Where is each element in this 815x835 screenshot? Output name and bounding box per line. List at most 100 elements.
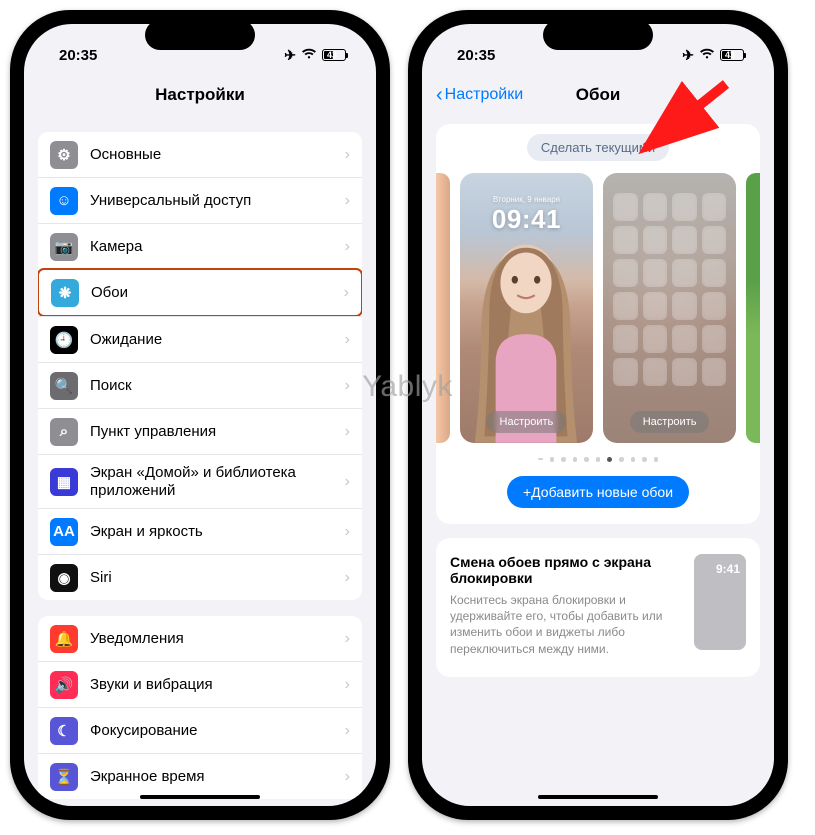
camera-icon: 📷 xyxy=(50,233,78,261)
settings-row-screen-time[interactable]: ⏳ Экранное время › xyxy=(38,753,362,799)
person-photo xyxy=(460,219,593,443)
tip-body: Коснитесь экрана блокировки и удерживайт… xyxy=(450,592,680,657)
status-time: 20:35 xyxy=(59,47,97,64)
settings-row-wallpaper[interactable]: ❋ Обои › xyxy=(38,268,362,317)
battery-icon: 43 xyxy=(322,49,346,61)
settings-row-label: Обои xyxy=(91,284,128,302)
wallpaper-peek-prev[interactable] xyxy=(436,173,450,443)
chevron-right-icon: › xyxy=(345,423,350,441)
settings-row-label: Пункт управления xyxy=(90,423,216,441)
settings-row-camera[interactable]: 📷 Камера › xyxy=(38,223,362,269)
chevron-right-icon: › xyxy=(345,630,350,648)
screen-settings: 20:35 ✈ 43 Настройки ⚙ Основные › ☺ Универса… xyxy=(24,24,376,806)
phone-left: 20:35 ✈ 43 Настройки ⚙ Основные › ☺ Универса… xyxy=(10,10,390,820)
settings-row-notifications[interactable]: 🔔 Уведомления › xyxy=(38,616,362,661)
chevron-right-icon: › xyxy=(345,146,350,164)
chevron-right-icon: › xyxy=(345,331,350,349)
back-button[interactable]: ‹ Настройки xyxy=(436,85,523,105)
settings-row-label: Siri xyxy=(90,569,112,587)
settings-row-search[interactable]: 🔍Поиск› xyxy=(38,362,362,408)
annotation-arrow xyxy=(626,78,736,163)
chevron-right-icon: › xyxy=(344,284,349,302)
settings-row-label: Универсальный доступ xyxy=(90,192,251,210)
chevron-right-icon: › xyxy=(345,473,350,491)
standby-icon: 🕘 xyxy=(50,326,78,354)
status-icons: ✈ 43 xyxy=(284,47,346,64)
add-wallpaper-button[interactable]: +Добавить новые обои xyxy=(507,476,689,508)
settings-row-label: Основные xyxy=(90,146,161,164)
navigation-bar: Настройки xyxy=(24,74,376,116)
chevron-right-icon: › xyxy=(345,722,350,740)
home-screen-preview[interactable]: Настроить xyxy=(603,173,736,443)
accessibility-icon: ☺ xyxy=(50,187,78,215)
wallpaper-peek-next[interactable] xyxy=(746,173,760,443)
settings-row-label: Экранное время xyxy=(90,768,205,786)
status-icons: ✈ 43 xyxy=(682,47,744,64)
settings-row-label: Экран «Домой» и библиотека приложений xyxy=(90,464,333,500)
settings-row-label: Поиск xyxy=(90,377,132,395)
chevron-right-icon: › xyxy=(345,569,350,587)
home-indicator[interactable] xyxy=(538,795,658,799)
settings-row-accessibility[interactable]: ☺ Универсальный доступ › xyxy=(38,177,362,223)
lock-date: Вторник, 9 января xyxy=(460,195,593,204)
dynamic-island xyxy=(145,20,255,50)
gear-icon: ⚙ xyxy=(50,141,78,169)
settings-row-label: Уведомления xyxy=(90,630,184,648)
airplane-icon: ✈ xyxy=(682,47,694,64)
page-dots[interactable] xyxy=(436,457,760,462)
settings-row-general[interactable]: ⚙ Основные › xyxy=(38,132,362,177)
settings-list[interactable]: ⚙ Основные › ☺ Универсальный доступ › 📷 Камера ›… xyxy=(24,116,376,806)
notifications-icon: 🔔 xyxy=(50,625,78,653)
sounds-icon: 🔊 xyxy=(50,671,78,699)
wallpaper-previews[interactable]: Вторник, 9 января 09:41 xyxy=(436,173,760,443)
phone-right: 20:35 ✈ 43 ‹ Настройки Обои Сделать те xyxy=(408,10,788,820)
settings-row-control-center[interactable]: ⌕ Пункт управления › xyxy=(38,408,362,454)
siri-icon: ◉ xyxy=(50,564,78,592)
focus-icon: ☾ xyxy=(50,717,78,745)
settings-row-label: Экран и яркость xyxy=(90,523,203,541)
home-screen-icon: ▦ xyxy=(50,468,78,496)
settings-row-display[interactable]: AA Экран и яркость › xyxy=(38,508,362,554)
tip-card: Смена обоев прямо с экрана блокировки Ко… xyxy=(436,538,760,677)
settings-row-siri[interactable]: ◉ Siri › xyxy=(38,554,362,600)
chevron-right-icon: › xyxy=(345,768,350,786)
settings-row-sounds[interactable]: 🔊 Звуки и вибрация › xyxy=(38,661,362,707)
dynamic-island xyxy=(543,20,653,50)
settings-row-label: Камера xyxy=(90,238,142,256)
settings-row-label: Ожидание xyxy=(90,331,162,349)
chevron-right-icon: › xyxy=(345,676,350,694)
battery-icon: 43 xyxy=(720,49,744,61)
status-time: 20:35 xyxy=(457,47,495,64)
display-icon: AA xyxy=(50,518,78,546)
chevron-right-icon: › xyxy=(345,238,350,256)
chevron-right-icon: › xyxy=(345,192,350,210)
lock-screen-preview[interactable]: Вторник, 9 января 09:41 xyxy=(460,173,593,443)
airplane-icon: ✈ xyxy=(284,47,296,64)
settings-row-home-screen[interactable]: ▦ Экран «Домой» и библиотека приложений › xyxy=(38,454,362,508)
settings-group: ⚙ Основные › ☺ Универсальный доступ › 📷 Камера ›… xyxy=(38,132,362,600)
wifi-icon xyxy=(301,47,317,63)
settings-row-label: Фокусирование xyxy=(90,722,198,740)
back-label: Настройки xyxy=(445,86,523,104)
control-center-icon: ⌕ xyxy=(50,418,78,446)
wallpaper-icon: ❋ xyxy=(51,279,79,307)
chevron-left-icon: ‹ xyxy=(436,85,443,105)
wallpaper-content[interactable]: Сделать текущими Вторник, 9 января 09:41 xyxy=(422,116,774,806)
screen-time-icon: ⏳ xyxy=(50,763,78,791)
settings-row-standby[interactable]: 🕘 Ожидание › xyxy=(38,316,362,362)
home-indicator[interactable] xyxy=(140,795,260,799)
search-icon: 🔍 xyxy=(50,372,78,400)
wifi-icon xyxy=(699,47,715,63)
tip-title: Смена обоев прямо с экрана блокировки xyxy=(450,554,680,586)
page-title: Настройки xyxy=(155,85,245,105)
settings-group: 🔔 Уведомления › 🔊 Звуки и вибрация › ☾ Фокусиро… xyxy=(38,616,362,799)
customize-home-button[interactable]: Настроить xyxy=(630,411,710,433)
settings-row-label: Звуки и вибрация xyxy=(90,676,213,694)
page-title: Обои xyxy=(576,85,621,105)
customize-lock-button[interactable]: Настроить xyxy=(487,411,567,433)
tip-thumbnail: 9:41 xyxy=(694,554,746,650)
settings-row-focus[interactable]: ☾ Фокусирование › xyxy=(38,707,362,753)
app-grid xyxy=(613,193,726,401)
wallpaper-card: Сделать текущими Вторник, 9 января 09:41 xyxy=(436,124,760,524)
chevron-right-icon: › xyxy=(345,523,350,541)
